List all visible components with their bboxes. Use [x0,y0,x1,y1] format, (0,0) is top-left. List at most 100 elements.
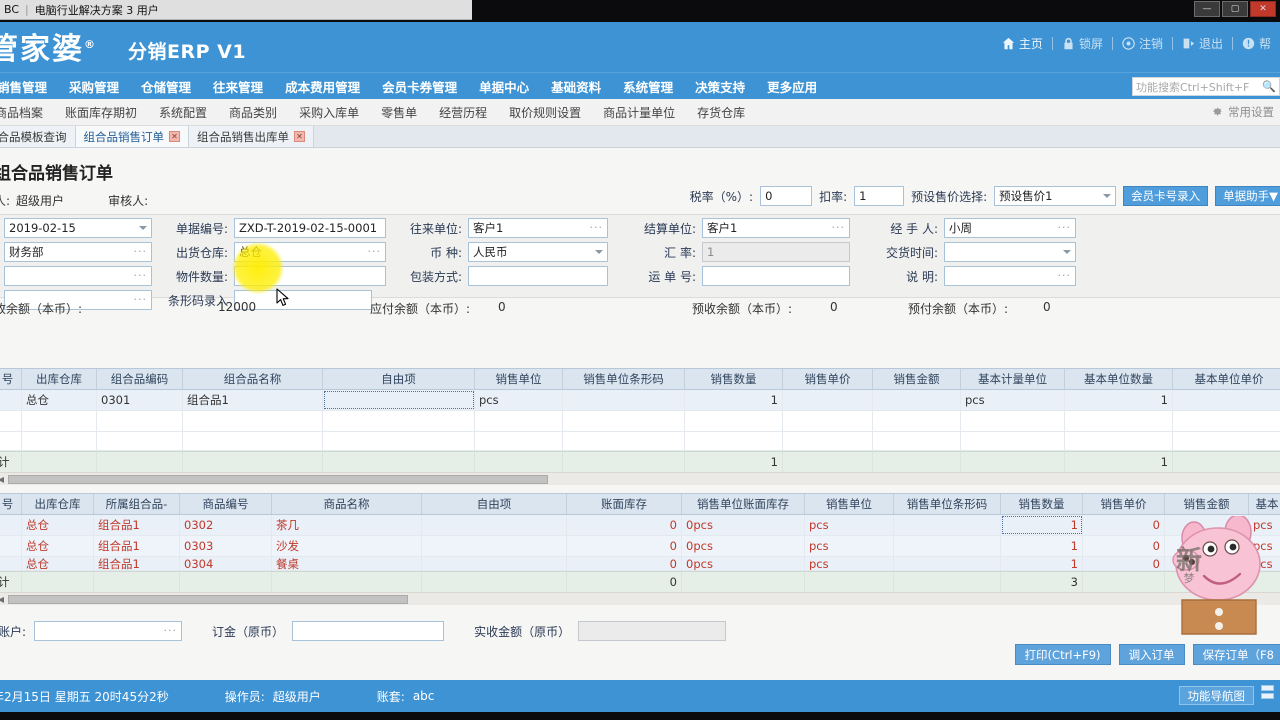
cell-unit-book-stock[interactable]: 0pcs [682,557,805,570]
cell-sales-price[interactable]: 0 [1083,557,1165,570]
account-input[interactable]: ··· [34,621,182,641]
module-nav-item-costs[interactable]: 成本费用管理 [274,77,371,96]
lookup-icon[interactable]: ··· [368,245,382,258]
shipper-input[interactable]: ··· [4,266,152,286]
cell-sales-unit[interactable]: pcs [805,515,894,535]
cell-sales-amount[interactable]: 0 [1165,536,1249,556]
cell-free-item[interactable] [323,390,475,410]
cell-book-stock[interactable]: 0 [567,557,682,570]
cell-product-code[interactable]: 0302 [180,515,272,535]
table-row[interactable]: 总仓 组合品1 0302 茶几 0 0pcs pcs 1 0 0 pcs [0,515,1280,536]
cell-sales-amount[interactable]: 0 [1165,515,1249,535]
cell-product-code[interactable]: 0304 [180,557,272,570]
cell-parent-combo[interactable]: 组合品1 [94,557,180,570]
module-nav-item-basicdata[interactable]: 基础资料 [540,77,612,96]
cell-empty[interactable] [873,432,961,450]
tab-combo-template-query[interactable]: 组合品模板查询 [0,126,76,147]
cell-sales-price[interactable]: 0 [1083,536,1165,556]
cell-base-price[interactable] [1173,390,1280,410]
col-product-name[interactable]: 商品名称 [272,494,422,514]
package-type-input[interactable] [468,266,608,286]
lookup-icon[interactable]: ··· [832,221,846,234]
col-base-qty[interactable]: 基本单位数量 [1065,369,1173,389]
col-unit-barcode[interactable]: 销售单位条形码 [894,494,1001,514]
cell-base[interactable]: pcs [1249,536,1280,556]
cell-combo-name[interactable]: 组合品1 [183,390,323,410]
preset-price-select[interactable]: 预设售价1 [994,186,1116,206]
table-row[interactable]: 总仓 0301 组合品1 pcs 1 pcs 1 [0,390,1280,411]
lookup-icon[interactable]: ··· [134,245,148,258]
warehouse-input[interactable]: 总仓 ··· [234,242,386,262]
nav-grip-icon[interactable] [1261,685,1274,699]
department-input[interactable]: 财务部 ··· [4,242,152,262]
cell-empty[interactable] [783,411,873,431]
scroll-thumb[interactable] [8,595,408,604]
delivery-time-input[interactable] [944,242,1076,262]
close-button[interactable]: ✕ [1250,1,1276,17]
col-unit-book-stock[interactable]: 销售单位账面库存 [682,494,805,514]
cell-empty[interactable] [1173,411,1280,431]
lookup-icon[interactable]: ··· [590,221,604,234]
col-warehouse[interactable]: 出库仓库 [22,369,97,389]
cell-empty[interactable] [961,411,1065,431]
cell-empty[interactable] [323,411,475,431]
shortcut-item-measure-unit[interactable]: 商品计量单位 [592,104,686,121]
cell-empty[interactable] [563,432,685,450]
window-controls[interactable]: — ▢ ✕ [1194,1,1276,17]
settle-unit-input[interactable]: 客户1 ··· [702,218,850,238]
cell-sales-qty[interactable]: 1 [1001,536,1083,556]
shortcut-item-product-archive[interactable]: 商品档案 [0,104,54,121]
print-button[interactable]: 打印(Ctrl+F9) [1015,644,1111,665]
cell-empty[interactable] [563,411,685,431]
table-row-empty[interactable] [0,411,1280,432]
col-sales-qty[interactable]: 销售数量 [1001,494,1083,514]
col-unit-barcode[interactable]: 销售单位条形码 [563,369,685,389]
col-sales-qty[interactable]: 销售数量 [685,369,783,389]
cell-parent-combo[interactable]: 组合品1 [94,536,180,556]
header-logout-action[interactable]: 注销 [1113,35,1172,52]
cell-empty[interactable] [183,432,323,450]
minimize-button[interactable]: — [1194,1,1220,17]
cell-sales-price[interactable]: 0 [1083,515,1165,535]
cell-empty[interactable] [685,432,783,450]
header-lock-action[interactable]: 锁屏 [1053,35,1112,52]
module-nav-item-moreapps[interactable]: 更多应用 [756,77,828,96]
lookup-icon[interactable]: ··· [1058,221,1072,234]
col-base[interactable]: 基本 [1249,494,1280,514]
scroll-left-icon[interactable]: ◀ [0,595,8,604]
cell-product-code[interactable]: 0303 [180,536,272,556]
cell-book-stock[interactable]: 0 [567,536,682,556]
cell-free-item[interactable] [422,557,567,570]
tab-combo-sales-order[interactable]: 组合品销售订单 ✕ [76,126,190,147]
function-search-box[interactable]: 功能搜索Ctrl+Shift+F 🔍 [1132,77,1280,96]
col-base-price[interactable]: 基本单位单价 [1173,369,1280,389]
module-nav-item-partners[interactable]: 往来管理 [202,77,274,96]
cell-sales-unit[interactable]: pcs [805,557,894,570]
cell-empty[interactable] [475,411,563,431]
cell-empty[interactable] [1173,432,1280,450]
tab-combo-sales-outbound[interactable]: 组合品销售出库单 ✕ [189,126,314,147]
cell-sales-amount[interactable] [873,390,961,410]
cell-sales-qty[interactable]: 1 [1001,557,1083,570]
cell-sales-amount[interactable]: 0 [1165,557,1249,570]
cell-empty[interactable] [22,411,97,431]
cell-product-name[interactable]: 茶几 [272,515,422,535]
header-help-action[interactable]: 帮 [1233,35,1280,52]
partner-input[interactable]: 客户1 ··· [468,218,608,238]
cell-empty[interactable] [475,432,563,450]
cell-empty[interactable] [22,432,97,450]
lookup-icon[interactable]: ··· [1058,269,1072,282]
cell-unit-barcode[interactable] [894,557,1001,570]
col-combo-name[interactable]: 组合品名称 [183,369,323,389]
cell-empty[interactable] [97,432,183,450]
shortcut-item-retail-order[interactable]: 零售单 [370,104,428,121]
save-order-button[interactable]: 保存订单（F8 [1193,644,1280,665]
module-nav-item-system[interactable]: 系统管理 [612,77,684,96]
col-seq[interactable]: 号 [0,369,22,389]
cell-empty[interactable] [783,432,873,450]
scroll-left-icon[interactable]: ◀ [0,475,8,484]
module-nav-item-purchase[interactable]: 采购管理 [58,77,130,96]
cell-empty[interactable] [1065,411,1173,431]
cell-sales-qty[interactable]: 1 [685,390,783,410]
cell-base-qty[interactable]: 1 [1065,390,1173,410]
